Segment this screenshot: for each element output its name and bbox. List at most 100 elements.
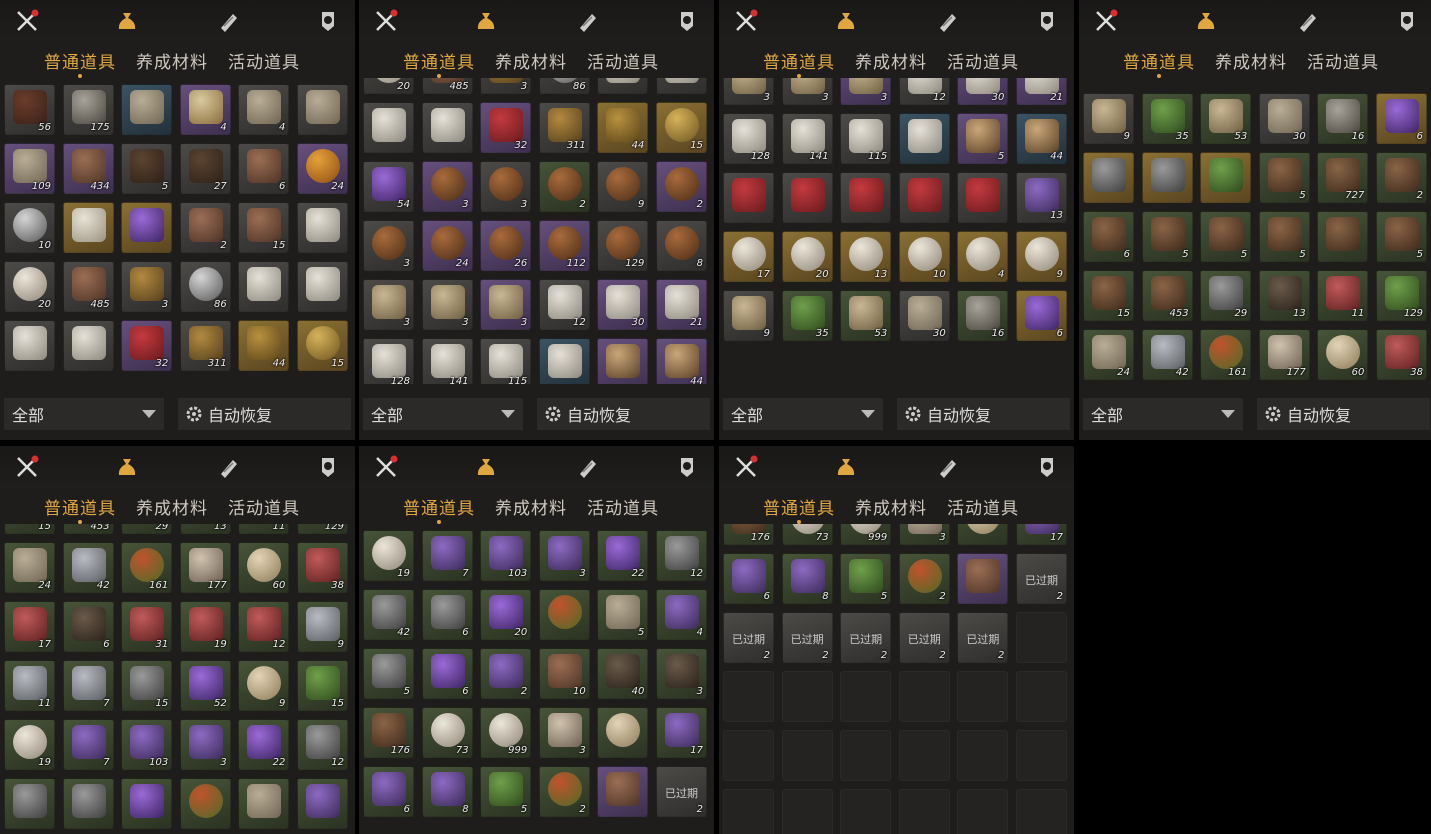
item-slot[interactable]: 141 [421, 338, 473, 384]
subtab-1[interactable]: 养成材料 [495, 48, 567, 73]
item-slot[interactable]: 53 [1200, 93, 1252, 144]
item-slot[interactable]: 17 [655, 707, 707, 758]
item-slot[interactable]: 2 [655, 161, 707, 212]
item-slot[interactable] [957, 172, 1009, 223]
item-slot[interactable] [957, 524, 1009, 545]
item-slot[interactable]: 8 [781, 553, 833, 604]
item-slot[interactable] [179, 778, 231, 829]
item-slot[interactable]: 17 [723, 231, 774, 282]
item-slot[interactable] [296, 202, 348, 253]
tab-medals[interactable] [311, 4, 345, 38]
item-slot[interactable]: 3 [538, 707, 590, 758]
item-slot[interactable]: 5 [480, 766, 532, 817]
tab-scrolls[interactable] [570, 450, 604, 484]
tab-equipment[interactable] [729, 4, 763, 38]
subtab-0[interactable]: 普通道具 [403, 494, 475, 524]
item-slot[interactable]: 161 [121, 542, 173, 593]
item-slot[interactable] [4, 320, 55, 371]
item-slot[interactable]: 9 [723, 290, 774, 341]
item-slot[interactable] [723, 172, 774, 223]
tab-equipment[interactable] [10, 450, 44, 484]
item-slot[interactable] [655, 78, 707, 94]
item-slot[interactable]: 32 [121, 320, 173, 371]
tab-bag[interactable] [110, 4, 144, 38]
item-slot[interactable]: 129 [296, 524, 348, 534]
item-slot[interactable]: 8 [655, 220, 707, 271]
item-slot[interactable]: 176 [723, 524, 774, 545]
subtab-2[interactable]: 活动道具 [228, 494, 300, 519]
item-slot[interactable]: 6 [1015, 290, 1067, 341]
item-slot[interactable] [296, 778, 348, 829]
item-slot[interactable]: 6 [723, 553, 774, 604]
subtab-1[interactable]: 养成材料 [495, 494, 567, 519]
tab-bag[interactable] [469, 4, 503, 38]
item-slot[interactable]: 5 [1141, 211, 1193, 262]
item-slot[interactable]: 9 [296, 601, 348, 652]
item-slot[interactable]: 20 [781, 231, 833, 282]
item-slot[interactable]: 21 [655, 279, 707, 330]
item-slot[interactable]: 103 [121, 719, 173, 770]
item-slot[interactable] [121, 84, 173, 135]
tab-bag[interactable] [829, 450, 863, 484]
item-slot[interactable]: 9 [597, 161, 649, 212]
item-slot[interactable] [121, 202, 173, 253]
subtab-1[interactable]: 养成材料 [855, 494, 927, 519]
item-slot[interactable]: 44 [655, 338, 707, 384]
item-slot[interactable] [1317, 211, 1369, 262]
item-slot[interactable]: 30 [1258, 93, 1310, 144]
item-slot[interactable] [781, 172, 833, 223]
item-slot[interactable]: 9 [1015, 231, 1067, 282]
item-slot[interactable]: 5 [957, 113, 1009, 164]
item-slot[interactable]: 115 [480, 338, 532, 384]
tab-scrolls[interactable] [1290, 4, 1324, 38]
item-slot[interactable]: 3 [840, 78, 892, 105]
auto-restore-button[interactable]: 自动恢复 [1257, 398, 1430, 430]
item-slot[interactable]: 42 [62, 542, 114, 593]
tab-medals[interactable] [670, 4, 704, 38]
item-slot[interactable]: 3 [421, 279, 473, 330]
item-slot[interactable]: 4 [179, 84, 231, 135]
item-slot[interactable]: 44 [1015, 113, 1067, 164]
subtab-2[interactable]: 活动道具 [587, 48, 659, 73]
tab-scrolls[interactable] [930, 4, 964, 38]
item-slot[interactable]: 12 [655, 530, 707, 581]
subtab-0[interactable]: 普通道具 [1123, 48, 1195, 78]
item-slot[interactable]: 3 [421, 161, 473, 212]
item-slot[interactable] [238, 261, 290, 312]
item-slot[interactable]: 56 [4, 84, 55, 135]
item-slot[interactable]: 6 [1375, 93, 1427, 144]
item-slot[interactable]: 30 [597, 279, 649, 330]
item-slot[interactable]: 3 [480, 279, 532, 330]
item-slot[interactable]: 128 [363, 338, 414, 384]
item-slot[interactable]: 24 [1083, 329, 1134, 380]
item-slot[interactable]: 19 [363, 530, 414, 581]
item-slot[interactable]: 31 [121, 601, 173, 652]
item-slot[interactable]: 15 [296, 660, 348, 711]
item-slot[interactable] [898, 113, 950, 164]
item-slot[interactable] [1200, 152, 1252, 203]
item-slot[interactable]: 3 [480, 78, 532, 94]
item-slot[interactable]: 7 [421, 530, 473, 581]
item-slot[interactable]: 35 [1141, 93, 1193, 144]
item-slot[interactable]: 10 [538, 648, 590, 699]
item-slot[interactable]: 176 [363, 707, 414, 758]
item-slot[interactable]: 485 [62, 261, 114, 312]
item-slot[interactable]: 24 [421, 220, 473, 271]
auto-restore-button[interactable]: 自动恢复 [897, 398, 1070, 430]
item-slot[interactable]: 5 [1200, 211, 1252, 262]
item-slot[interactable]: 12 [296, 719, 348, 770]
item-slot[interactable]: 29 [1200, 270, 1252, 321]
item-slot[interactable]: 15 [296, 320, 348, 371]
item-slot[interactable] [597, 707, 649, 758]
item-slot[interactable]: 3 [363, 279, 414, 330]
item-slot[interactable] [62, 320, 114, 371]
subtab-2[interactable]: 活动道具 [228, 48, 300, 73]
item-slot[interactable]: 5 [363, 648, 414, 699]
item-slot[interactable]: 53 [840, 290, 892, 341]
item-slot[interactable]: 3 [363, 220, 414, 271]
item-slot[interactable]: 175 [62, 84, 114, 135]
item-slot[interactable] [296, 84, 348, 135]
item-slot[interactable]: 15 [238, 202, 290, 253]
item-slot[interactable]: 11 [4, 660, 55, 711]
item-slot[interactable]: 5 [840, 553, 892, 604]
